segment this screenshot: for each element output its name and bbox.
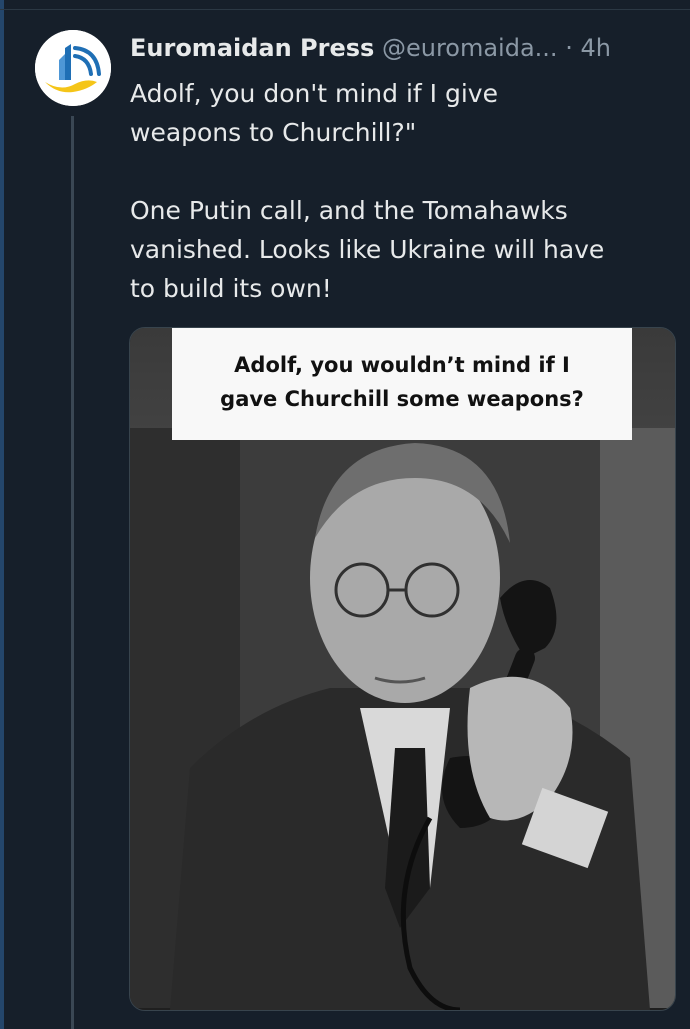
- separator-dot: ·: [565, 34, 573, 62]
- divider: [0, 9, 690, 10]
- meme-caption: Adolf, you wouldn’t mind if I gave Churc…: [220, 353, 584, 411]
- euromaidan-logo-icon: [35, 30, 111, 106]
- user-handle[interactable]: @euromaida...: [382, 34, 558, 62]
- tweet-container: Euromaidan Press @euromaida... · 4h Adol…: [0, 0, 690, 1029]
- thread-line: [71, 116, 74, 1029]
- tweet-text: Adolf, you don't mind if I give weapons …: [130, 79, 605, 303]
- timestamp[interactable]: 4h: [580, 34, 610, 62]
- screen-edge: [0, 0, 4, 1029]
- avatar[interactable]: [35, 30, 111, 106]
- tweet-media[interactable]: Adolf, you wouldn’t mind if I gave Churc…: [129, 327, 676, 1011]
- tweet-header: Euromaidan Press @euromaida... · 4h: [130, 28, 680, 68]
- display-name[interactable]: Euromaidan Press: [130, 34, 374, 62]
